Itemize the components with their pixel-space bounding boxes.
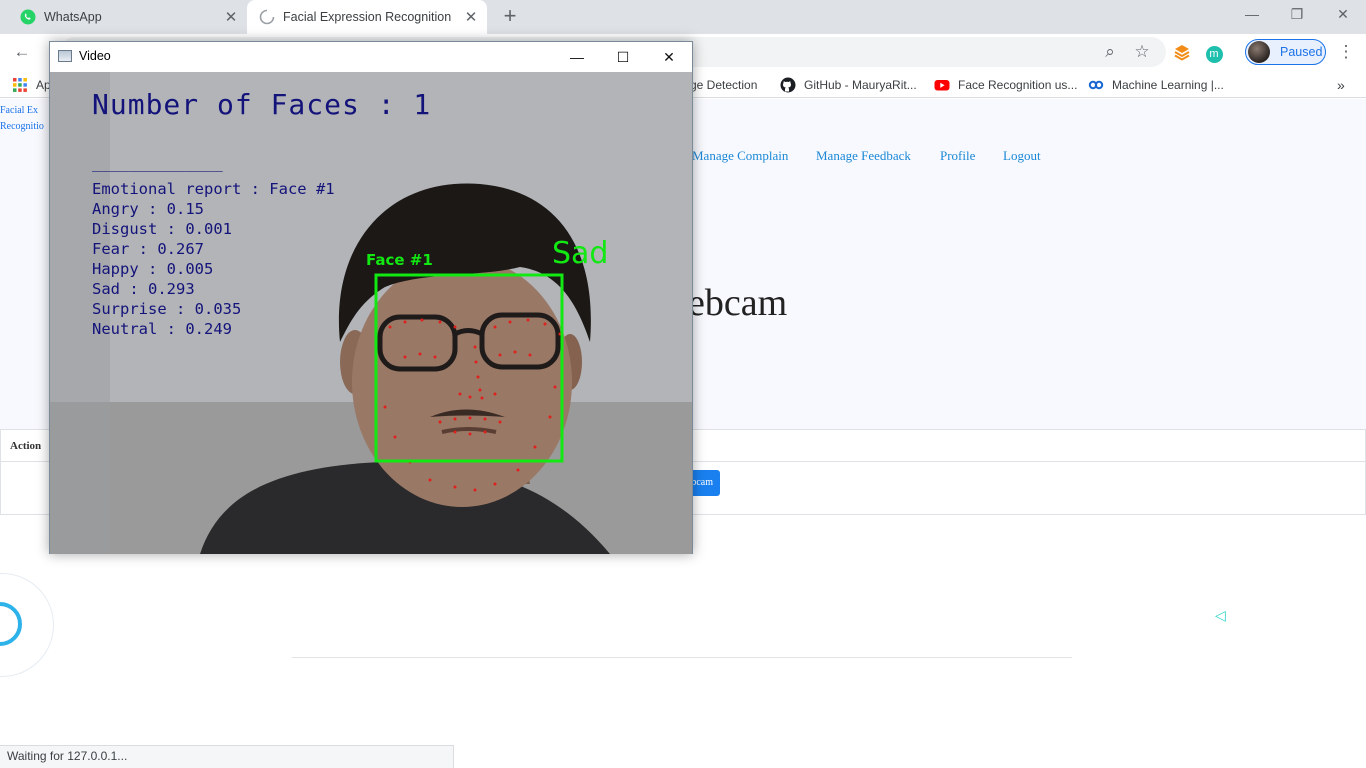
report-title-overlay: Emotional report : Face #1 (92, 180, 335, 198)
whatsapp-icon (20, 9, 36, 25)
table-header-action: Action (10, 440, 42, 452)
extension-layers-icon[interactable] (1170, 40, 1194, 64)
tab-title: Facial Expression Recognition (283, 10, 452, 24)
bookmark-label: ge Detection (690, 78, 758, 92)
zoom-search-icon[interactable]: ⌕ (1098, 40, 1122, 64)
bookmark-machine-learning[interactable]: Machine Learning |... (1088, 76, 1224, 94)
tab-strip: WhatsApp ✕ Facial Expression Recognition… (0, 0, 1366, 34)
emotion-fear: Fear : 0.267 (92, 240, 204, 258)
tab-close-icon[interactable]: ✕ (221, 8, 241, 26)
predicted-emotion-overlay: Sad (552, 236, 609, 271)
loading-spinner-icon (259, 9, 275, 25)
tab-close-icon[interactable]: ✕ (461, 8, 481, 26)
video-maximize-icon[interactable]: ☐ (600, 42, 646, 72)
bookmark-face-recognition[interactable]: Face Recognition us... (934, 76, 1077, 94)
bookmarks-overflow-icon[interactable]: » (1337, 76, 1345, 94)
apps-grid-icon (13, 78, 27, 92)
video-window[interactable]: Video — ☐ ✕ Number of Faces: 1 ________… (49, 41, 693, 554)
separator-overlay: ______________ (92, 154, 223, 172)
tab-title: WhatsApp (44, 10, 102, 24)
restore-icon[interactable]: ❐ (1274, 0, 1320, 30)
video-minimize-icon[interactable]: — (554, 42, 600, 72)
bookmark-label: Machine Learning |... (1112, 78, 1224, 92)
bookmark-github[interactable]: GitHub - MauryaRit... (780, 76, 917, 94)
tab-facial-expression[interactable]: Facial Expression Recognition ✕ (247, 0, 487, 34)
video-close-icon[interactable]: ✕ (646, 42, 692, 72)
face-label-overlay: Face #1 (366, 251, 433, 269)
page-title: ebcam (688, 282, 788, 324)
person-face (352, 257, 572, 507)
nav-manage-feedback[interactable]: Manage Feedback (816, 148, 911, 164)
bookmark-star-icon[interactable]: ☆ (1130, 40, 1154, 64)
emotion-happy: Happy : 0.005 (92, 260, 214, 278)
menu-kebab-icon[interactable]: ⋮ (1334, 40, 1358, 64)
extension-m-icon[interactable]: m (1202, 40, 1226, 64)
youtube-icon (934, 80, 950, 91)
webcam-frame: Number of Faces : 1 ______________ Emoti… (50, 72, 692, 554)
faces-count-overlay: Number of Faces : 1 (92, 88, 432, 121)
tab-whatsapp[interactable]: WhatsApp ✕ (0, 0, 247, 34)
video-window-title: Video (79, 49, 111, 63)
browser-status-bar: Waiting for 127.0.0.1... (0, 745, 454, 768)
bookmark-apps[interactable]: Ap (12, 76, 51, 94)
minimize-icon[interactable]: — (1229, 0, 1275, 30)
profile-paused-button[interactable]: Paused (1245, 39, 1326, 65)
close-window-icon[interactable]: ✕ (1320, 0, 1366, 30)
link-icon (1088, 80, 1104, 90)
emotion-neutral: Neutral : 0.249 (92, 320, 232, 338)
emotion-disgust: Disgust : 0.001 (92, 220, 232, 238)
image-alt-text: Facial Ex Recognitio (0, 105, 44, 132)
bookmark-label: Face Recognition us... (958, 78, 1078, 92)
bookmark-label: GitHub - MauryaRit... (804, 78, 917, 92)
back-arrow-icon[interactable]: ← (10, 40, 34, 64)
nav-profile[interactable]: Profile (940, 148, 975, 164)
avatar (1248, 41, 1270, 63)
bookmark-age-detection[interactable]: ge Detection (690, 76, 757, 94)
profile-status-label: Paused (1280, 45, 1323, 59)
video-window-titlebar[interactable]: Video — ☐ ✕ (50, 42, 692, 72)
window-app-icon (58, 50, 72, 62)
nav-logout[interactable]: Logout (1003, 148, 1041, 164)
new-tab-button[interactable]: + (498, 4, 522, 28)
emotion-angry: Angry : 0.15 (92, 200, 204, 218)
triangle-decoration-icon: ◁ (1215, 607, 1226, 623)
divider (292, 657, 1072, 658)
emotion-surprise: Surprise : 0.035 (92, 300, 242, 318)
emotion-sad: Sad : 0.293 (92, 280, 195, 298)
nav-manage-complain[interactable]: Manage Complain (692, 148, 788, 164)
github-icon (780, 77, 796, 93)
